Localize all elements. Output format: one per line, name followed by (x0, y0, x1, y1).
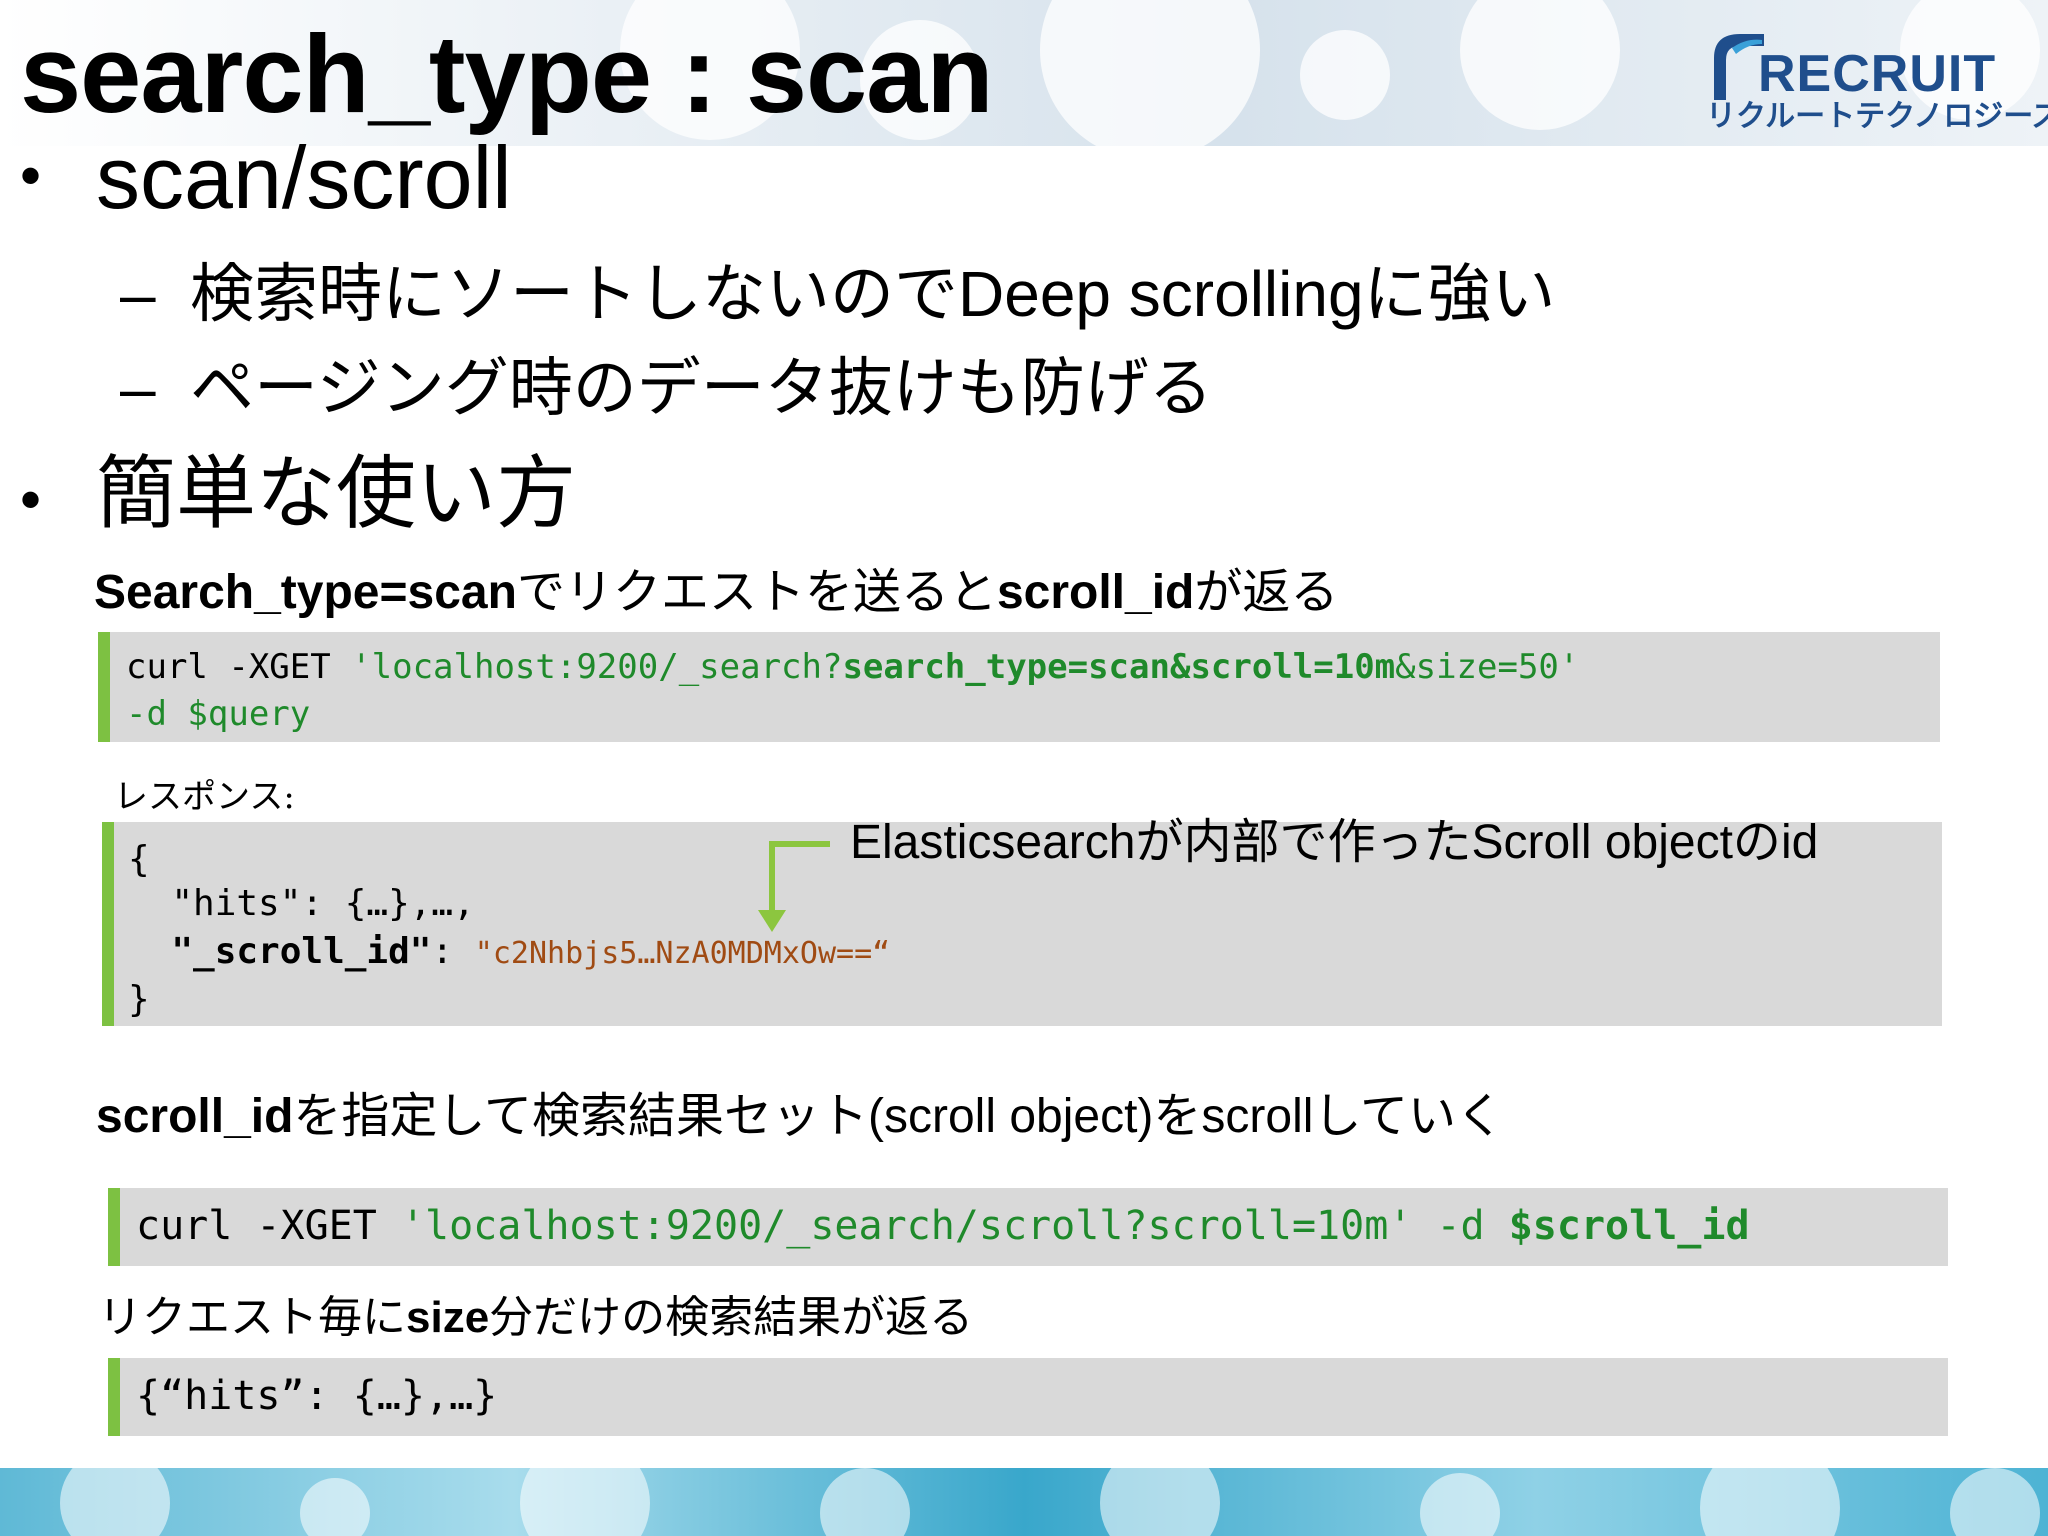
note-text: 分だけの検索結果が返る (489, 1292, 974, 1343)
heading-text: を指定して検索結果セット (293, 1088, 868, 1144)
code-line: curl -XGET 'localhost:9200/_search?searc… (126, 650, 1579, 684)
code-token: "_scroll_id" (128, 931, 432, 972)
code-token: : (431, 931, 475, 972)
code-line: curl -XGET 'localhost:9200/_search/scrol… (136, 1206, 1750, 1246)
annotation-text: の (1732, 814, 1781, 870)
scroll-id-annotation: Elasticsearchが内部で作ったScroll objectのid (850, 818, 1818, 867)
note-text: リクエスト毎に (98, 1292, 406, 1343)
annotation-text: Scroll object (1471, 816, 1733, 869)
bullet-scan-scroll: scan/scroll (96, 128, 512, 227)
heading-text: していく (1313, 1088, 1504, 1144)
footer-band (0, 1468, 2048, 1536)
note-text: size (406, 1293, 490, 1342)
code-token: curl -XGET (126, 647, 352, 687)
heading-text: Search_type=scan (94, 566, 517, 619)
code-token: 'localhost:9200/_search/scroll?scroll=10… (400, 1203, 1413, 1249)
dash-icon: – (120, 352, 156, 424)
response-label: レスポンス: (114, 777, 295, 817)
subitem-text: に強い (1363, 258, 1556, 332)
annotation-text: Elasticsearch (850, 816, 1136, 869)
section-size-note: リクエスト毎にsize分だけの検索結果が返る (98, 1296, 973, 1340)
code-token: -d (1412, 1203, 1509, 1249)
code-line: "_scroll_id": "c2Nhbjs5…NzA0MDMxOw==“ (128, 934, 890, 970)
code-line: "hits": {…},…, (128, 883, 475, 924)
heading-text: scroll_id (96, 1090, 294, 1143)
annotation-text: id (1780, 816, 1819, 869)
code-line: -d $query (126, 694, 311, 734)
code-line: { (128, 839, 150, 880)
heading-text: が返る (1194, 564, 1339, 620)
code-token: $scroll_id (1508, 1203, 1750, 1249)
dash-icon: – (120, 258, 156, 330)
code-token: curl (136, 1203, 257, 1249)
bullet-dot: • (20, 142, 42, 209)
code-line: {“hits”: {…},…} (136, 1373, 498, 1419)
bullet-usage: 簡単な使い方 (96, 447, 576, 540)
bullet-dot: • (20, 466, 42, 533)
subitem-deep-scrolling: – 検索時にソートしないのでDeep scrollingに強い (120, 262, 1556, 327)
section-scroll-heading: scroll_idを指定して検索結果セット(scroll object)をscr… (96, 1092, 1504, 1141)
subitem-paging: – ページング時のデータ抜けも防げる (120, 356, 1213, 421)
code-token: &size=50' (1395, 647, 1580, 687)
section-request-heading: Search_type=scanでリクエストを送るとscroll_idが返る (94, 568, 1338, 617)
arrow-down-icon (758, 841, 830, 932)
subitem-text: ページング時のデータ抜けも防げる (190, 352, 1213, 426)
recruit-logo-mark-icon (1714, 34, 1764, 100)
heading-text: scroll (1201, 1090, 1314, 1143)
logo-subtitle: リクルートテクノロジーズ (1706, 100, 2048, 133)
code-token: -XGET (256, 1203, 401, 1249)
code-token: "c2Nhbjs5…NzA0MDMxOw==“ (474, 936, 891, 971)
code-token: search_type=scan&scroll=10m (842, 647, 1396, 687)
code-token: 'localhost:9200/_search? (351, 647, 843, 687)
recruit-logo: RECRUIT リクルートテクノロジーズ (1706, 24, 2048, 134)
heading-text: scroll_id (996, 566, 1195, 619)
heading-text: (scroll object) (867, 1090, 1154, 1143)
subitem-text: Deep scrolling (958, 258, 1364, 330)
code-line: } (128, 979, 150, 1020)
heading-text: を (1153, 1088, 1202, 1144)
slide-title: search_type : scan (20, 13, 994, 136)
logo-wordmark: RECRUIT (1758, 45, 1997, 103)
subitem-text: 検索時にソートしないので (190, 258, 958, 332)
heading-text: でリクエストを送ると (516, 564, 997, 620)
annotation-text: が内部で作った (1135, 814, 1472, 870)
